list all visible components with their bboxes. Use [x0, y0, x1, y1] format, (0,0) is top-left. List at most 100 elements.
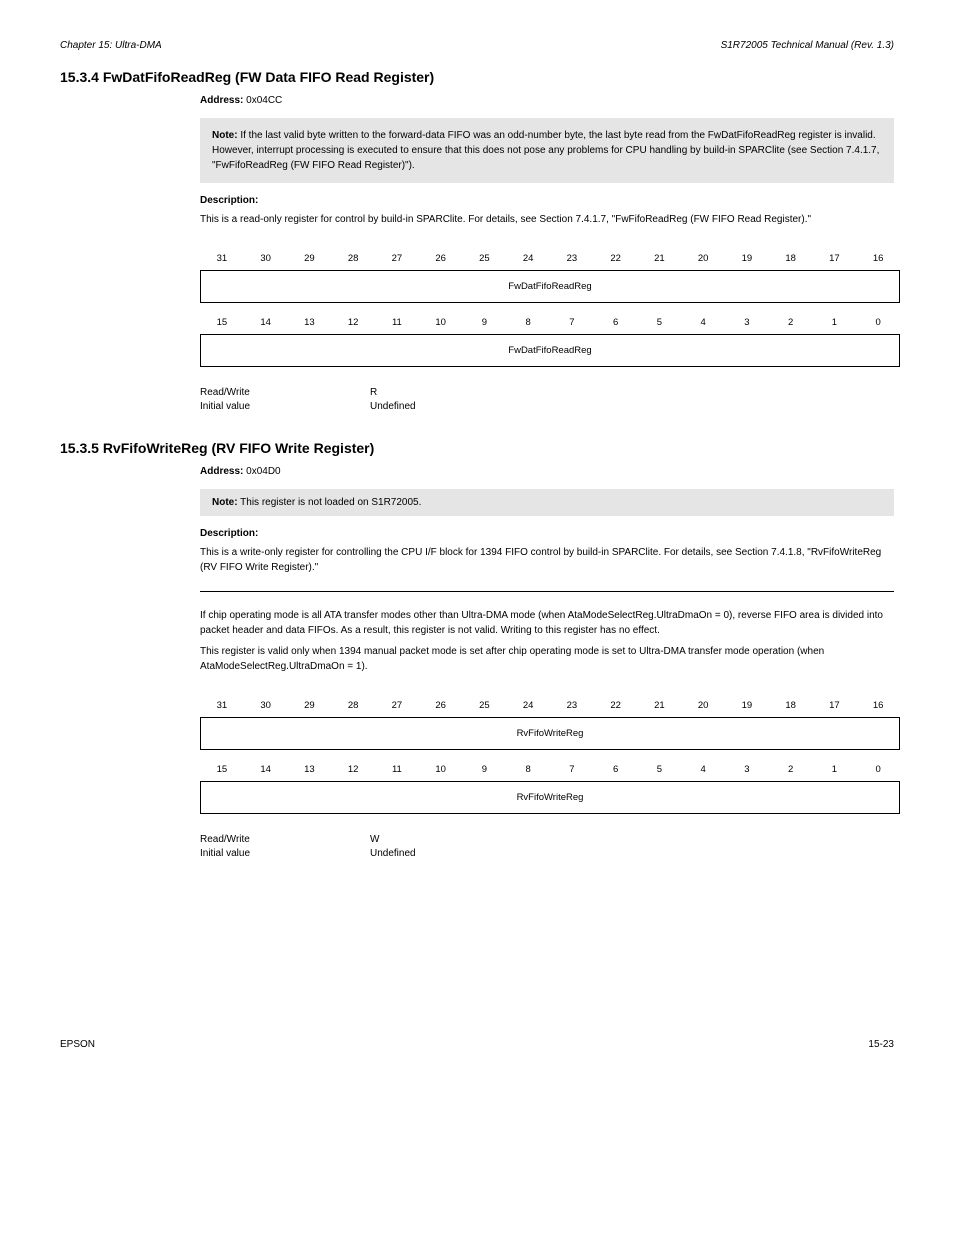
- desc-row-1: Description:: [200, 195, 894, 206]
- bit-number-cell: 3: [725, 758, 769, 781]
- bit-number-cell: 15: [200, 311, 244, 334]
- bit-field-hi-2: RvFifoWriteReg: [200, 717, 900, 750]
- bit-number-cell: 8: [506, 758, 550, 781]
- bit-number-cell: 21: [638, 247, 682, 270]
- header-right: S1R72005 Technical Manual (Rev. 1.3): [721, 40, 894, 51]
- iv-row-1: Initial value Undefined: [200, 401, 894, 412]
- post-text-2b: This register is valid only when 1394 ma…: [200, 644, 894, 674]
- bit-number-cell: 4: [681, 758, 725, 781]
- bit-number-cell: 24: [506, 694, 550, 717]
- bit-table-1: 31302928272625242322212019181716 FwDatFi…: [200, 247, 900, 367]
- bit-number-cell: 10: [419, 758, 463, 781]
- iv-value-2: Undefined: [370, 848, 416, 859]
- bit-number-cell: 10: [419, 311, 463, 334]
- bit-number-cell: 29: [288, 247, 332, 270]
- bit-number-cell: 20: [681, 247, 725, 270]
- bit-number-cell: 18: [769, 694, 813, 717]
- desc-row-2: Description:: [200, 528, 894, 539]
- bit-header-hi-2: 31302928272625242322212019181716: [200, 694, 900, 717]
- rw-label-1: Read/Write: [200, 387, 370, 398]
- bit-number-cell: 4: [681, 311, 725, 334]
- bit-number-cell: 30: [244, 694, 288, 717]
- bit-number-cell: 5: [638, 311, 682, 334]
- rw-label-2: Read/Write: [200, 834, 370, 845]
- address-label-1: Address:: [200, 95, 243, 106]
- bit-number-cell: 2: [769, 758, 813, 781]
- note-text-2: This register is not loaded on S1R72005.: [238, 497, 422, 508]
- iv-row-2: Initial value Undefined: [200, 848, 894, 859]
- bit-number-cell: 30: [244, 247, 288, 270]
- note-box-2: Note: This register is not loaded on S1R…: [200, 489, 894, 516]
- header-left: Chapter 15: Ultra-DMA: [60, 40, 162, 51]
- bit-number-cell: 1: [813, 311, 857, 334]
- bit-field-lo-1: FwDatFifoReadReg: [200, 334, 900, 367]
- bit-number-cell: 21: [638, 694, 682, 717]
- bit-number-cell: 22: [594, 247, 638, 270]
- bit-number-cell: 9: [463, 311, 507, 334]
- iv-label-1: Initial value: [200, 401, 370, 412]
- footer-left: EPSON: [60, 1039, 95, 1050]
- address-row-2: Address: 0x04D0: [200, 466, 894, 477]
- bit-number-cell: 28: [331, 247, 375, 270]
- desc-label-1: Description:: [200, 195, 258, 206]
- address-label-2: Address:: [200, 466, 243, 477]
- page: Chapter 15: Ultra-DMA S1R72005 Technical…: [0, 0, 954, 1110]
- bit-number-cell: 6: [594, 311, 638, 334]
- bit-number-cell: 23: [550, 694, 594, 717]
- bit-number-cell: 6: [594, 758, 638, 781]
- footer-right: 15-23: [868, 1039, 894, 1050]
- bit-table-2: 31302928272625242322212019181716 RvFifoW…: [200, 694, 900, 814]
- bit-number-cell: 7: [550, 758, 594, 781]
- bit-number-cell: 19: [725, 694, 769, 717]
- address-row-1: Address: 0x04CC: [200, 95, 894, 106]
- running-header: Chapter 15: Ultra-DMA S1R72005 Technical…: [60, 40, 894, 51]
- address-value-1: 0x04CC: [246, 95, 282, 106]
- bit-number-cell: 27: [375, 694, 419, 717]
- separator-1: [200, 591, 894, 592]
- desc-label-2: Description:: [200, 528, 258, 539]
- bit-number-cell: 0: [856, 758, 900, 781]
- bit-number-cell: 17: [813, 247, 857, 270]
- bit-number-cell: 24: [506, 247, 550, 270]
- rw-row-2: Read/Write W: [200, 834, 894, 845]
- section-heading-2: 15.3.5 RvFifoWriteReg (RV FIFO Write Reg…: [60, 440, 894, 456]
- desc-text-2: This is a write-only register for contro…: [200, 545, 894, 575]
- bit-number-cell: 12: [331, 311, 375, 334]
- bit-number-cell: 0: [856, 311, 900, 334]
- bit-number-cell: 11: [375, 758, 419, 781]
- rw-row-1: Read/Write R: [200, 387, 894, 398]
- bit-number-cell: 14: [244, 311, 288, 334]
- bit-number-cell: 2: [769, 311, 813, 334]
- bit-number-cell: 7: [550, 311, 594, 334]
- bit-number-cell: 18: [769, 247, 813, 270]
- bit-number-cell: 17: [813, 694, 857, 717]
- rw-value-1: R: [370, 387, 377, 398]
- bit-number-cell: 26: [419, 247, 463, 270]
- bit-field-lo-2: RvFifoWriteReg: [200, 781, 900, 814]
- note-text-1: If the last valid byte written to the fo…: [212, 130, 879, 171]
- bit-number-cell: 26: [419, 694, 463, 717]
- bit-number-cell: 12: [331, 758, 375, 781]
- bit-number-cell: 25: [463, 694, 507, 717]
- post-text-2a: If chip operating mode is all ATA transf…: [200, 608, 894, 638]
- page-footer: EPSON 15-23: [60, 1039, 894, 1050]
- bit-number-cell: 11: [375, 311, 419, 334]
- rw-value-2: W: [370, 834, 379, 845]
- note-title-2: Note:: [212, 497, 238, 508]
- desc-text-1: This is a read-only register for control…: [200, 212, 894, 227]
- bit-number-cell: 3: [725, 311, 769, 334]
- bit-number-cell: 16: [856, 247, 900, 270]
- bit-number-cell: 31: [200, 247, 244, 270]
- bit-number-cell: 27: [375, 247, 419, 270]
- bit-number-cell: 25: [463, 247, 507, 270]
- address-value-2: 0x04D0: [246, 466, 280, 477]
- bit-number-cell: 20: [681, 694, 725, 717]
- bit-number-cell: 8: [506, 311, 550, 334]
- bit-number-cell: 19: [725, 247, 769, 270]
- note-box-1: Note: If the last valid byte written to …: [200, 118, 894, 183]
- bit-number-cell: 14: [244, 758, 288, 781]
- bit-number-cell: 23: [550, 247, 594, 270]
- bit-number-cell: 22: [594, 694, 638, 717]
- bit-number-cell: 5: [638, 758, 682, 781]
- bit-number-cell: 29: [288, 694, 332, 717]
